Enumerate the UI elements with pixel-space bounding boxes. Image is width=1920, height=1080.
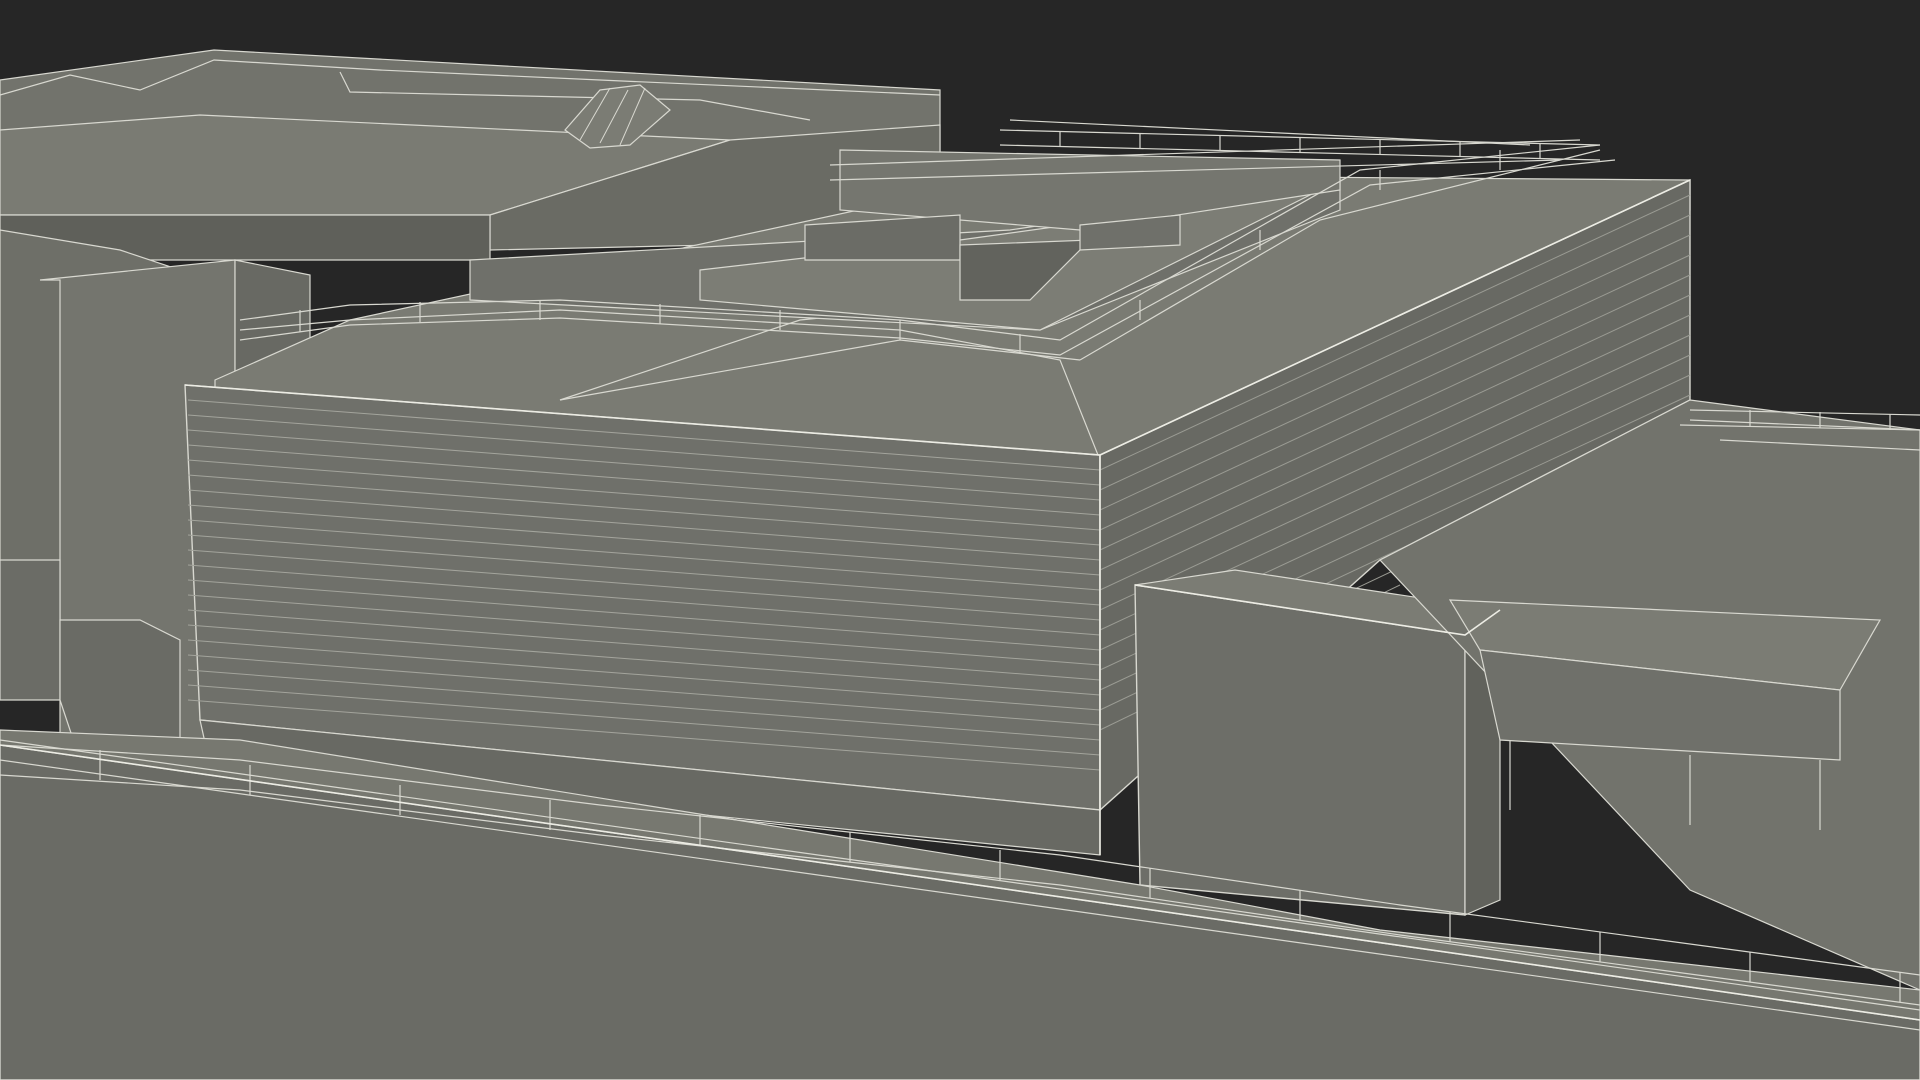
building-wireframe-render (0, 49, 1920, 1080)
render-viewport (0, 0, 1920, 1080)
